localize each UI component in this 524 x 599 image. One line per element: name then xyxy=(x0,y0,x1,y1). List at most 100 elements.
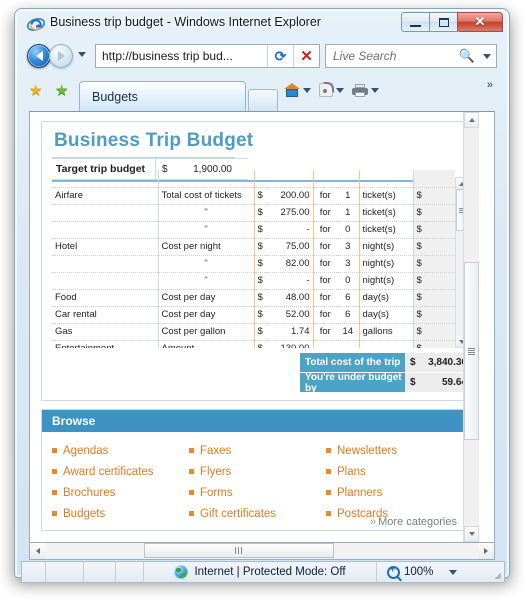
browse-link-flyers[interactable]: Flyers xyxy=(189,461,326,482)
total-callout-label: You're under budget by xyxy=(300,372,405,394)
cell-total-currency: $ xyxy=(413,340,427,348)
refresh-button[interactable]: ⟳ xyxy=(267,45,293,67)
maximize-button[interactable] xyxy=(429,12,458,32)
browse-link-brochures[interactable]: Brochures xyxy=(52,482,189,503)
security-zone-status[interactable]: Internet | Protected Mode: Off xyxy=(144,565,376,579)
search-provider-dropdown[interactable] xyxy=(478,53,496,59)
search-bar[interactable]: Live Search 🔍 xyxy=(325,44,497,68)
page-scroll-up-button[interactable] xyxy=(464,112,479,128)
command-bar: ★ ★ Budgets » xyxy=(15,73,509,111)
zoom-control[interactable]: 100% xyxy=(376,562,488,582)
browse-panel: Browse Agendas Award certificates Brochure… xyxy=(41,409,464,531)
more-categories-link[interactable]: » More categories xyxy=(370,516,457,528)
forward-button[interactable] xyxy=(49,44,73,68)
print-chevron-down-icon[interactable] xyxy=(371,87,379,93)
cell-unit: night(s) xyxy=(358,272,414,290)
header-blank-for xyxy=(313,170,337,188)
window-resize-grip[interactable] xyxy=(488,562,504,582)
browse-link-planners[interactable]: Planners xyxy=(326,482,463,503)
cell-total: 288.00 xyxy=(427,289,455,307)
browse-link-faxes[interactable]: Faxes xyxy=(189,440,326,461)
cell-total: 130.00 xyxy=(427,340,455,348)
add-favorite-icon[interactable]: ★ xyxy=(55,83,68,98)
horizontal-scrollbar-thumb[interactable] xyxy=(144,543,334,558)
cell-total: - xyxy=(427,272,455,290)
cell-currency: $ xyxy=(253,187,267,205)
cell-amount: 52.00 xyxy=(267,306,313,324)
budget-table-scroll-area: Total AirfareTotal cost of tickets$200.0… xyxy=(52,170,455,348)
cell-currency: $ xyxy=(253,221,267,239)
cell-unit: gallons xyxy=(358,323,414,341)
cell-total: 225.00 xyxy=(427,238,455,256)
page-scrollbar-thumb[interactable] xyxy=(464,262,479,440)
home-chevron-down-icon[interactable] xyxy=(303,87,311,93)
cell-for xyxy=(312,340,337,348)
tab-budgets[interactable]: Budgets xyxy=(79,81,246,111)
browse-link-agendas[interactable]: Agendas xyxy=(52,440,189,461)
chevron-up-icon xyxy=(468,118,475,122)
cell-description: " xyxy=(157,272,254,290)
page-vertical-scrollbar[interactable] xyxy=(463,112,479,542)
address-input[interactable]: http://business trip bud... xyxy=(96,45,267,67)
new-tab-button[interactable] xyxy=(248,89,278,111)
address-bar[interactable]: http://business trip bud... ⟳ ✕ xyxy=(95,44,320,68)
browse-link-label: Planners xyxy=(337,486,383,499)
cell-quantity: 6 xyxy=(337,289,359,307)
browse-header: Browse xyxy=(42,410,463,432)
print-button[interactable] xyxy=(349,82,382,99)
page-scroll-down-button[interactable] xyxy=(464,526,479,542)
horizontal-scroll-track[interactable] xyxy=(46,543,478,559)
cell-unit: ticket(s) xyxy=(358,204,414,222)
close-icon: ✕ xyxy=(300,48,313,65)
cell-total-currency: $ xyxy=(413,187,427,205)
zoom-chevron-down-icon[interactable] xyxy=(449,569,458,575)
scroll-right-button[interactable] xyxy=(478,543,494,559)
bullet-icon xyxy=(326,490,331,495)
budget-table: Total AirfareTotal cost of tickets$200.0… xyxy=(52,170,455,348)
page-horizontal-scrollbar[interactable] xyxy=(29,543,495,560)
search-icon[interactable]: 🔍 xyxy=(456,48,478,64)
table-row: GasCost per gallon$1.74for14gallons$24.3… xyxy=(52,323,455,341)
browse-link-label: Newsletters xyxy=(337,444,398,457)
browse-link-newsletters[interactable]: Newsletters xyxy=(326,440,463,461)
budget-spreadsheet-card: Business Trip Budget Target trip budget … xyxy=(41,121,475,401)
cell-amount: - xyxy=(267,221,313,239)
search-input[interactable]: Live Search xyxy=(326,49,456,63)
close-button[interactable]: ✕ xyxy=(457,12,503,32)
cell-currency: $ xyxy=(253,289,267,307)
cell-amount: - xyxy=(267,272,313,290)
cell-total-currency: $ xyxy=(413,323,427,341)
cell-quantity: 3 xyxy=(337,255,359,273)
browse-link-label: Plans xyxy=(337,465,366,478)
total-callout-label: Total cost of the trip xyxy=(300,353,405,372)
totals-callouts: Total cost of the trip $3,840.36 You're un… xyxy=(300,353,475,394)
feeds-chevron-down-icon[interactable] xyxy=(336,87,344,93)
browse-link-award-certificates[interactable]: Award certificates xyxy=(52,461,189,482)
cell-unit: night(s) xyxy=(358,238,414,256)
page-content-frame: Business Trip Budget Target trip budget … xyxy=(29,111,495,543)
browse-link-gift-certificates[interactable]: Gift certificates xyxy=(189,503,326,524)
cell-amount: 48.00 xyxy=(267,289,313,307)
chevron-left-icon xyxy=(36,548,40,554)
table-row: "$-for0ticket(s)$- xyxy=(52,221,455,239)
browse-link-forms[interactable]: Forms xyxy=(189,482,326,503)
scroll-left-button[interactable] xyxy=(30,543,46,559)
home-icon xyxy=(284,83,300,97)
cell-category: Car rental xyxy=(52,306,158,324)
browse-link-label: Brochures xyxy=(63,486,116,499)
cell-total: 24.36 xyxy=(427,323,455,341)
back-button[interactable] xyxy=(27,44,51,68)
favorites-star-icon[interactable]: ★ xyxy=(29,83,42,98)
budget-table-header-row: Total xyxy=(52,170,455,188)
cell-amount: 82.00 xyxy=(267,255,313,273)
browse-link-budgets[interactable]: Budgets xyxy=(52,503,189,524)
stop-button[interactable]: ✕ xyxy=(293,45,319,67)
home-button[interactable] xyxy=(281,81,314,99)
feeds-button[interactable] xyxy=(316,81,347,99)
cell-description: Cost per day xyxy=(157,289,254,307)
minimize-button[interactable] xyxy=(401,12,430,32)
browse-link-plans[interactable]: Plans xyxy=(326,461,463,482)
cell-description: " xyxy=(157,255,254,273)
command-overflow-button[interactable]: » xyxy=(487,79,493,91)
recent-pages-chevron-down-icon[interactable] xyxy=(78,52,86,57)
